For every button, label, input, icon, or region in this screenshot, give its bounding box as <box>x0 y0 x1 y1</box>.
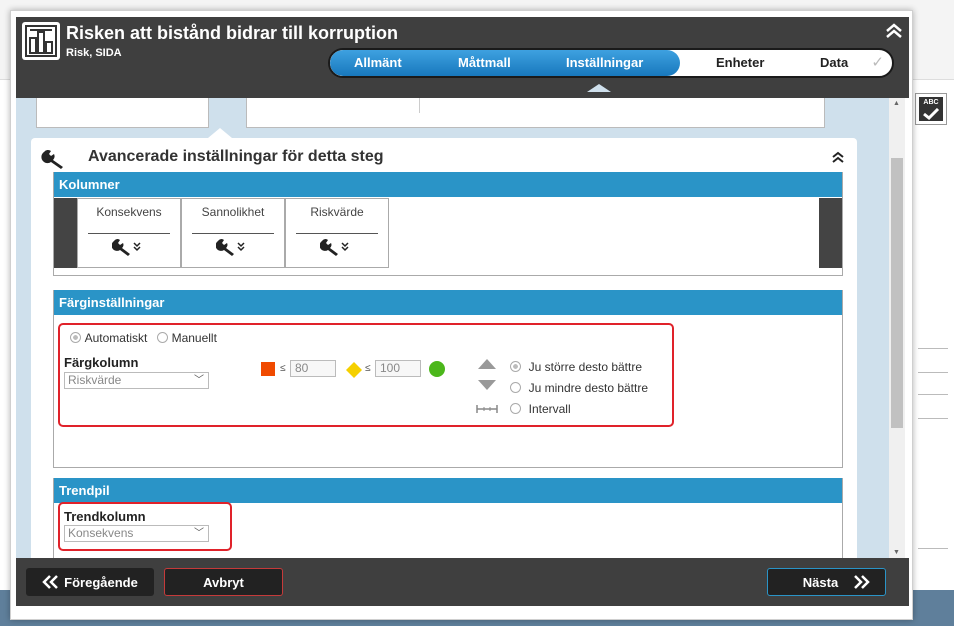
dialog-content: Avancerade inställningar för detta steg … <box>16 98 889 558</box>
threshold-symbol: ≤ <box>365 363 371 374</box>
spellcheck-icon: ABC <box>919 97 943 121</box>
card-title: Avancerade inställningar för detta steg <box>88 148 384 165</box>
double-chevron-left-icon <box>42 575 59 589</box>
radio-label: Ju större desto bättre <box>528 360 643 374</box>
divider <box>918 418 948 419</box>
wizard-dialog: Risken att bistånd bidrar till korruptio… <box>10 10 913 620</box>
collapse-card-button[interactable] <box>831 151 845 166</box>
column-settings-button[interactable] <box>182 238 284 259</box>
radio-ju-storre[interactable] <box>510 361 521 372</box>
color-column-label: Färgkolumn <box>64 355 139 370</box>
dialog-subtitle: Risk, SIDA <box>66 47 122 59</box>
red-square-icon <box>261 362 275 376</box>
scroll-left-gutter[interactable] <box>54 198 77 268</box>
interval-icon <box>475 402 499 417</box>
radio-manuellt[interactable] <box>156 332 168 343</box>
select-value: Konsekvens <box>68 526 134 540</box>
wrench-icon <box>41 148 67 173</box>
color-settings-section: Färginställningar Automatiskt Manuellt F… <box>53 290 843 468</box>
wrench-dropdown-icon <box>319 239 349 256</box>
advanced-settings-card: Avancerade inställningar för detta steg … <box>31 138 857 558</box>
scroll-right-gutter[interactable] <box>819 198 842 268</box>
scrollbar-thumb[interactable] <box>891 158 903 428</box>
section-heading: Trendpil <box>54 478 842 503</box>
green-circle-icon <box>429 361 445 377</box>
direction-option: Ju större desto bättre <box>510 359 642 374</box>
background-app-left <box>0 80 10 590</box>
column-card[interactable]: Konsekvens <box>77 198 181 268</box>
column-settings-button[interactable] <box>78 238 180 259</box>
radio-automatiskt[interactable] <box>70 332 81 343</box>
cancel-button[interactable]: Avbryt <box>164 568 283 596</box>
threshold-1-input[interactable]: 80 <box>290 360 336 377</box>
yellow-diamond-icon <box>345 361 363 382</box>
divider <box>918 548 948 549</box>
column-card[interactable]: Riskvärde <box>285 198 389 268</box>
divider <box>918 348 948 349</box>
dialog-title: Risken att bistånd bidrar till korruptio… <box>66 23 399 43</box>
button-label: Nästa <box>802 574 839 590</box>
direction-option: Intervall <box>510 401 571 416</box>
direction-option: Ju mindre desto bättre <box>510 380 648 395</box>
trend-section: Trendpil Trendkolumn Konsekvens ﹀ <box>53 478 843 558</box>
double-chevron-up-icon <box>832 151 844 163</box>
column-settings-button[interactable] <box>286 238 388 259</box>
dialog-header: Risken att bistånd bidrar till korruptio… <box>16 17 909 98</box>
wizard-steps: Allmänt Måttmall Inställningar Enheter D… <box>328 48 894 78</box>
trend-column-select[interactable]: Konsekvens ﹀ <box>64 525 209 542</box>
content-scrollbar[interactable]: ▲ ▼ <box>889 98 905 558</box>
card-pointer <box>208 128 232 138</box>
trend-column-label: Trendkolumn <box>64 509 146 524</box>
scroll-down-icon[interactable]: ▼ <box>893 549 900 556</box>
previous-button[interactable]: Föregående <box>26 568 154 596</box>
chevron-down-icon: ﹀ <box>194 375 204 386</box>
column-name: Riskvärde <box>310 205 364 219</box>
threshold-2-input[interactable]: 100 <box>375 360 421 377</box>
chevron-down-icon: ﹀ <box>194 528 204 539</box>
radio-label: Manuellt <box>171 331 217 345</box>
section-heading: Färginställningar <box>54 290 842 315</box>
previous-panel <box>36 98 209 128</box>
background-app-right <box>912 80 954 590</box>
double-chevron-right-icon <box>854 575 870 589</box>
radio-intervall[interactable] <box>510 403 521 414</box>
color-column-select[interactable]: Riskvärde ﹀ <box>64 372 209 389</box>
radio-label: Intervall <box>528 402 571 416</box>
double-chevron-up-icon <box>886 23 902 38</box>
divider <box>918 394 948 395</box>
arrow-up-icon <box>477 358 497 373</box>
divider <box>918 372 948 373</box>
button-label: Föregående <box>64 574 138 590</box>
next-button[interactable]: Nästa <box>767 568 886 596</box>
wrench-dropdown-icon <box>111 239 141 256</box>
step-enheter[interactable]: Enheter <box>716 50 764 76</box>
step-installningar[interactable]: Inställningar <box>566 50 643 76</box>
measure-icon <box>22 22 60 60</box>
column-name: Konsekvens <box>96 205 162 219</box>
select-value: Riskvärde <box>68 373 122 387</box>
spellcheck-button[interactable]: ABC <box>915 93 947 125</box>
step-allmant[interactable]: Allmänt <box>354 50 402 76</box>
active-step-pointer <box>587 84 611 92</box>
dialog-footer: Föregående Avbryt Nästa <box>16 558 909 606</box>
radio-label: Automatiskt <box>84 331 148 345</box>
arrow-down-icon <box>477 379 497 394</box>
check-icon: ✓ <box>871 54 884 71</box>
scroll-up-icon[interactable]: ▲ <box>893 100 900 107</box>
columns-section: Kolumner Konsekvens Sannolikhet Riskvärd… <box>53 172 843 276</box>
color-mode-group: Automatiskt Manuellt <box>70 330 217 345</box>
step-data[interactable]: Data <box>820 50 848 76</box>
section-heading: Kolumner <box>54 172 842 197</box>
step-mattmall[interactable]: Måttmall <box>458 50 511 76</box>
radio-ju-mindre[interactable] <box>510 382 521 393</box>
button-label: Avbryt <box>203 574 244 590</box>
threshold-symbol: ≤ <box>280 363 286 374</box>
collapse-header-button[interactable] <box>885 23 903 42</box>
column-card[interactable]: Sannolikhet <box>181 198 285 268</box>
radio-label: Ju mindre desto bättre <box>528 381 649 395</box>
previous-panel <box>246 98 825 128</box>
wrench-dropdown-icon <box>215 239 245 256</box>
column-name: Sannolikhet <box>201 205 265 219</box>
